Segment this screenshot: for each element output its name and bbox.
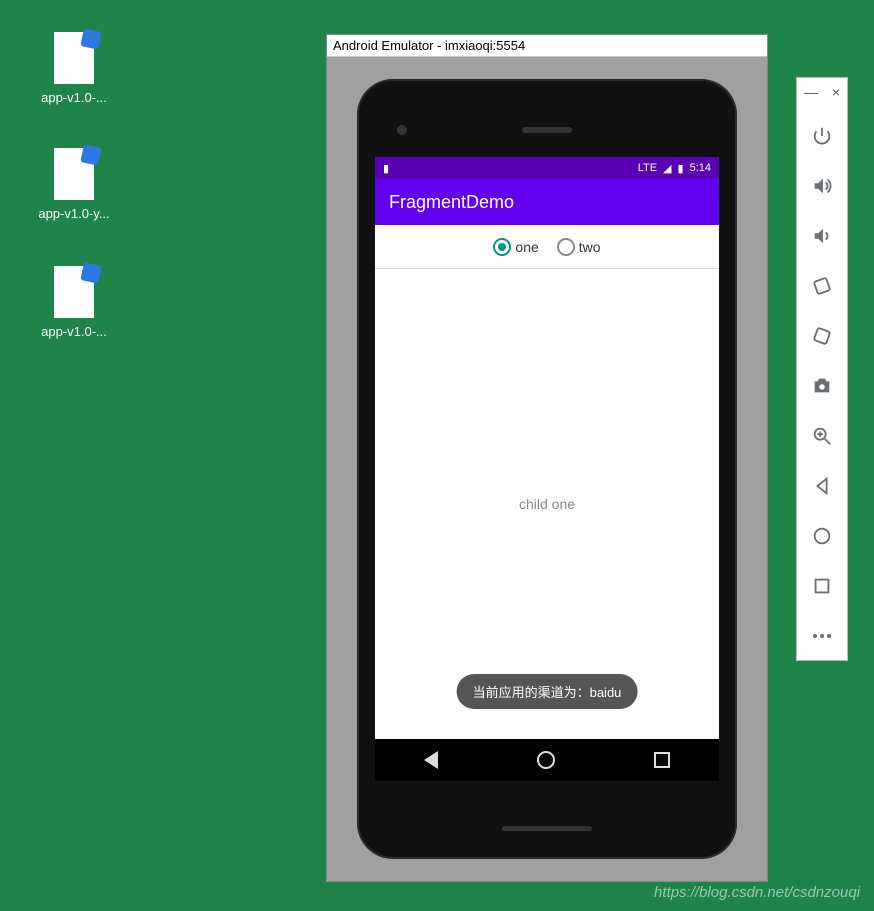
camera-icon[interactable]: [808, 372, 836, 400]
radio-button-checked-icon: [493, 238, 511, 256]
radio-row: one two: [375, 225, 719, 269]
toolbar-window-controls: — ×: [797, 84, 847, 100]
phone-speaker: [522, 127, 572, 133]
back-icon[interactable]: [808, 472, 836, 500]
minimize-button[interactable]: —: [804, 84, 818, 100]
zoom-icon[interactable]: [808, 422, 836, 450]
more-icon[interactable]: [808, 622, 836, 650]
file-icon: [54, 32, 94, 84]
file-icon: [54, 148, 94, 200]
power-icon[interactable]: [808, 122, 836, 150]
app-bar: FragmentDemo: [375, 179, 719, 225]
home-icon[interactable]: [808, 522, 836, 550]
close-button[interactable]: ×: [832, 84, 840, 100]
android-nav-bar: [375, 739, 719, 781]
status-network: LTE: [638, 162, 657, 174]
watermark: https://blog.csdn.net/csdnzouqi: [654, 884, 860, 901]
nav-home-button[interactable]: [537, 751, 555, 769]
emulator-body: ▮ LTE ◢ ▮ 5:14 FragmentDemo one: [327, 57, 767, 881]
file-label: app-v1.0-...: [34, 90, 114, 105]
file-label: app-v1.0-...: [34, 324, 114, 339]
signal-icon: ◢: [663, 162, 671, 175]
volume-up-icon[interactable]: [808, 172, 836, 200]
phone-chin: [502, 826, 592, 831]
fragment-content: child one 当前应用的渠道为：baidu: [375, 269, 719, 739]
desktop-file-1[interactable]: app-v1.0-...: [34, 32, 114, 105]
volume-down-icon[interactable]: [808, 222, 836, 250]
rotate-left-icon[interactable]: [808, 272, 836, 300]
file-label: app-v1.0-y...: [34, 206, 114, 221]
phone-camera-dot: [397, 125, 407, 135]
toast: 当前应用的渠道为：baidu: [457, 674, 638, 709]
radio-one[interactable]: one: [493, 238, 538, 256]
toast-text: 当前应用的渠道为：baidu: [473, 685, 622, 700]
battery-icon: ▮: [678, 162, 684, 175]
emulator-toolbar: — ×: [796, 77, 848, 661]
radio-two[interactable]: two: [557, 238, 601, 256]
desktop-file-2[interactable]: app-v1.0-y...: [34, 148, 114, 221]
radio-button-unchecked-icon: [557, 238, 575, 256]
desktop-file-3[interactable]: app-v1.0-...: [34, 266, 114, 339]
radio-one-label: one: [515, 239, 538, 255]
nav-back-button[interactable]: [424, 751, 438, 769]
content-text: child one: [519, 496, 575, 512]
emulator-title: Android Emulator - imxiaoqi:5554: [333, 38, 525, 53]
status-time: 5:14: [690, 162, 711, 174]
phone-frame: ▮ LTE ◢ ▮ 5:14 FragmentDemo one: [357, 79, 737, 859]
nav-recent-button[interactable]: [654, 752, 670, 768]
recent-icon[interactable]: [808, 572, 836, 600]
rotate-right-icon[interactable]: [808, 322, 836, 350]
file-icon: [54, 266, 94, 318]
app-title: FragmentDemo: [389, 192, 514, 213]
radio-two-label: two: [579, 239, 601, 255]
android-status-bar: ▮ LTE ◢ ▮ 5:14: [375, 157, 719, 179]
emulator-window: Android Emulator - imxiaoqi:5554 ▮ LTE ◢…: [326, 34, 768, 882]
status-left-icon: ▮: [383, 162, 389, 175]
emulator-titlebar[interactable]: Android Emulator - imxiaoqi:5554: [327, 35, 767, 57]
phone-screen: ▮ LTE ◢ ▮ 5:14 FragmentDemo one: [375, 157, 719, 781]
